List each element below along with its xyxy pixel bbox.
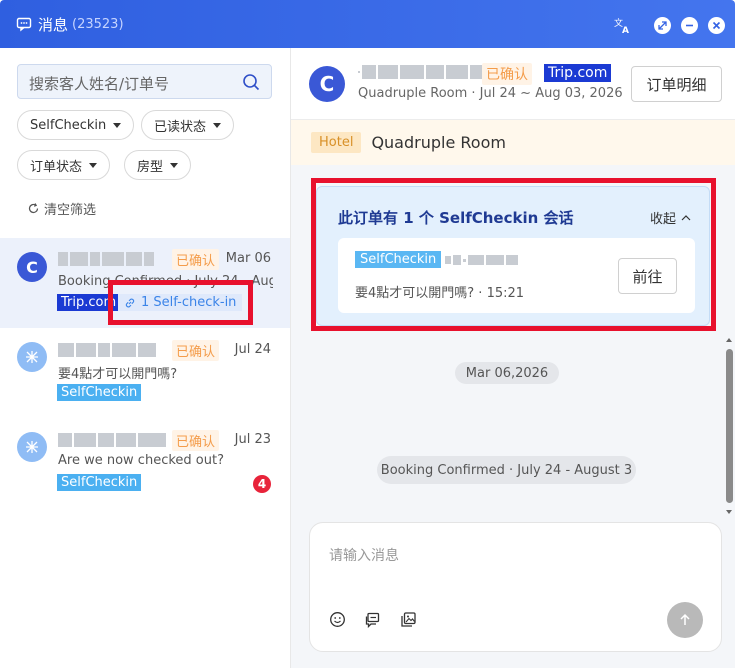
clear-filters-button[interactable]: 清空筛选 <box>27 199 96 218</box>
room-info-bar: Hotel Quadruple Room <box>291 120 735 165</box>
filter-label: 已读状态 <box>154 119 207 135</box>
search-box[interactable]: 搜索客人姓名/订单号 <box>17 64 272 99</box>
guest-name-redacted <box>445 250 518 270</box>
conversation-preview: Are we now checked out? <box>58 453 224 468</box>
selfcheckin-avatar-icon <box>17 432 47 462</box>
conversation-date: Jul 23 <box>234 432 271 447</box>
avatar: C <box>309 66 345 102</box>
guest-name-redacted <box>358 62 490 82</box>
emoji-icon[interactable] <box>329 611 346 628</box>
conversation-date: Jul 24 <box>234 342 271 357</box>
chat-panel: C 已确认 Trip.com Quadruple Room · Jul 24 ~… <box>291 48 735 668</box>
chevron-down-icon <box>89 162 98 168</box>
chevron-down-icon <box>113 122 122 128</box>
arrow-up-icon <box>680 613 690 625</box>
date-divider: Mar 06,2026 <box>455 362 559 384</box>
conversation-date: Mar 06 <box>225 251 271 266</box>
scroll-down-icon[interactable] <box>723 507 735 517</box>
message-input[interactable]: 请输入消息 <box>329 545 399 565</box>
svg-text:A: A <box>622 26 629 34</box>
selfcheckin-last-message: 要4點才可以開門嗎? · 15:21 <box>355 286 525 301</box>
system-message: Booking Confirmed · July 24 - August 3 <box>377 456 636 484</box>
go-to-session-button[interactable]: 前往 <box>618 258 677 294</box>
translate-icon[interactable]: 文A <box>613 16 631 34</box>
status-badge: 已确认 <box>172 430 220 451</box>
status-badge: 已确认 <box>172 249 220 270</box>
guest-name-redacted <box>58 249 154 269</box>
filter-order-status[interactable]: 订单状态 <box>17 150 111 180</box>
guest-name-redacted <box>58 430 166 450</box>
chevron-up-icon <box>681 214 691 220</box>
image-icon[interactable] <box>400 611 417 628</box>
filter-read-status[interactable]: 已读状态 <box>141 110 235 140</box>
filter-label: 订单状态 <box>30 159 83 175</box>
highlight-box <box>108 280 253 325</box>
order-detail-button[interactable]: 订单明细 <box>631 66 722 102</box>
avatar: C <box>17 252 47 282</box>
chat-scrollbar[interactable] <box>723 333 735 519</box>
booking-subtitle: Quadruple Room · Jul 24 ~ Aug 03, 2026 <box>358 86 623 101</box>
clear-filters-label: 清空筛选 <box>44 203 97 218</box>
quick-reply-icon[interactable] <box>364 611 381 629</box>
message-composer[interactable]: 请输入消息 <box>309 522 722 652</box>
conversation-item[interactable]: 已确认 Jul 23 Are we now checked out? SelfC… <box>0 418 290 508</box>
chevron-down-icon <box>170 162 179 168</box>
chat-header: C 已确认 Trip.com Quadruple Room · Jul 24 ~… <box>291 48 735 120</box>
message-icon <box>16 16 32 32</box>
channel-tag: Trip.com <box>544 64 612 82</box>
hotel-tag: Hotel <box>311 132 362 153</box>
window-title: 消息 <box>38 15 69 34</box>
selfcheckin-tag: SelfCheckin <box>355 251 442 268</box>
channel-tag: SelfCheckin <box>57 474 142 491</box>
room-name: Quadruple Room <box>371 133 506 152</box>
selfcheckin-avatar-icon <box>17 342 47 372</box>
title-bar: 消息 (23523) 文A <box>0 0 735 48</box>
minimize-icon[interactable] <box>680 16 698 34</box>
send-button[interactable] <box>667 602 703 638</box>
selfcheckin-card-heading: 此订单有 1 个 SelfCheckin 会话 <box>338 209 574 227</box>
selfcheckin-session-card: 此订单有 1 个 SelfCheckin 会话 收起 SelfCheckin 要… <box>316 186 710 326</box>
close-icon[interactable] <box>707 16 725 34</box>
guest-name-redacted <box>58 340 156 360</box>
search-icon[interactable] <box>242 73 260 91</box>
filter-selfcheckin[interactable]: SelfCheckin <box>17 110 135 140</box>
filter-room-type[interactable]: 房型 <box>124 150 192 180</box>
search-input[interactable]: 搜索客人姓名/订单号 <box>29 73 169 94</box>
filter-label: 房型 <box>137 159 164 175</box>
collapse-button[interactable]: 收起 <box>650 208 691 227</box>
expand-icon[interactable] <box>653 16 671 34</box>
status-badge: 已确认 <box>482 63 532 85</box>
filter-label: SelfCheckin <box>30 117 107 133</box>
conversation-item[interactable]: 已确认 Jul 24 要4點才可以開門嗎? SelfCheckin <box>0 328 290 418</box>
scroll-up-icon[interactable] <box>723 335 735 345</box>
conversation-preview: 要4點才可以開門嗎? <box>58 367 178 382</box>
refresh-icon <box>28 203 39 214</box>
selfcheckin-session-item[interactable]: SelfCheckin 要4點才可以開門嗎? · 15:21 前往 <box>338 238 695 313</box>
chevron-down-icon <box>213 122 222 128</box>
status-badge: 已确认 <box>172 340 220 361</box>
unread-count-badge: 4 <box>253 475 271 493</box>
message-count: (23523) <box>72 16 124 32</box>
scrollbar-thumb[interactable] <box>726 349 733 503</box>
channel-tag: SelfCheckin <box>57 384 142 401</box>
conversation-sidebar: 搜索客人姓名/订单号 SelfCheckin 已读状态 订单状态 房型 清空筛选… <box>0 48 291 668</box>
collapse-label: 收起 <box>649 212 676 227</box>
